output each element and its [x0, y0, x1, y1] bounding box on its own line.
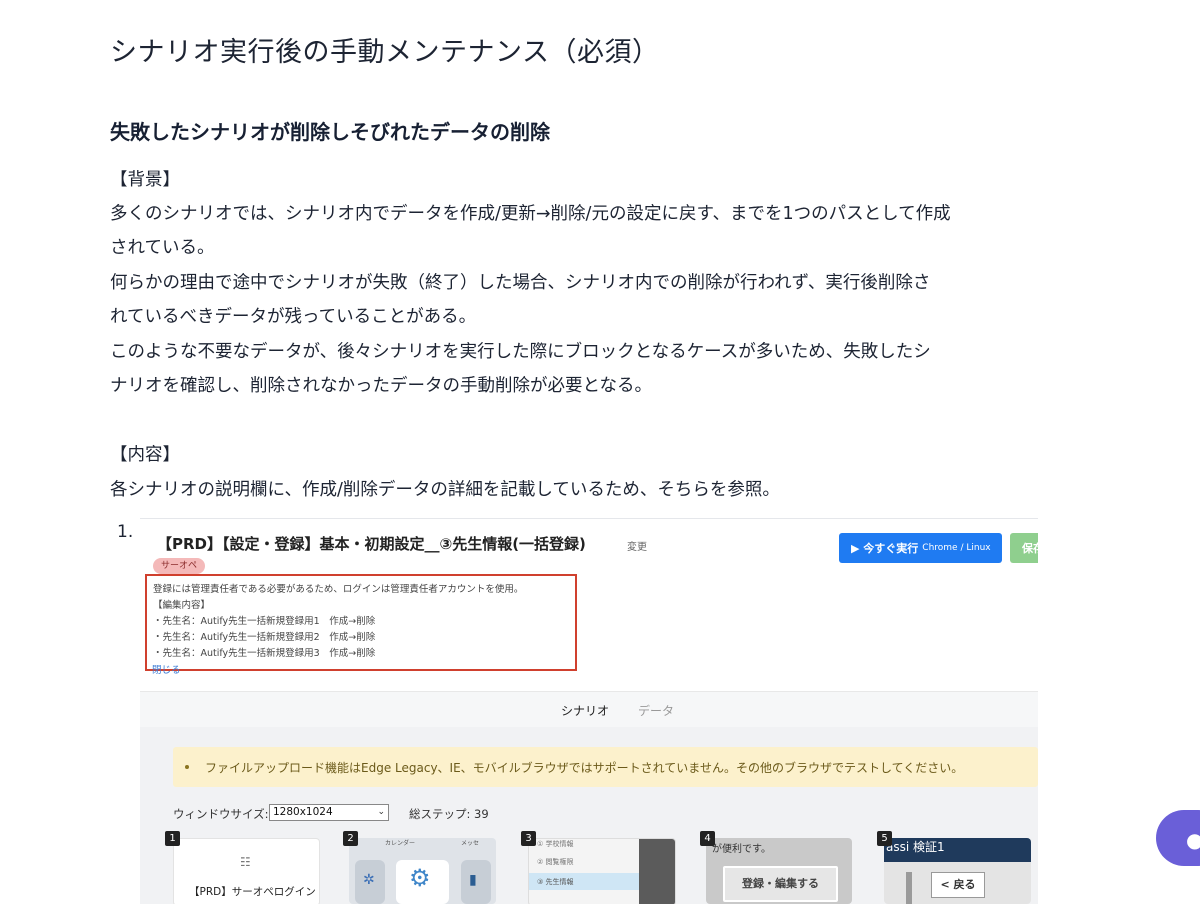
section-title: 失敗したシナリオが削除しそびれたデータの削除 — [110, 120, 550, 144]
step-card-3[interactable]: ① 学校情報 ② 閲覧権限 ③ 先生情報 — [528, 838, 676, 904]
description-line: ・先生名：Autify先生一括新規登録用2 作成→削除 — [153, 632, 376, 643]
description-line: ・先生名：Autify先生一括新規登録用3 作成→削除 — [153, 648, 376, 659]
background-line: ナリオを確認し、削除されなかったデータの手動削除が必要となる。 — [110, 376, 652, 396]
step-card-1[interactable]: ☷ 【PRD】サーオペログイン — [173, 838, 320, 904]
help-chat-button[interactable]: ● — [1156, 810, 1200, 866]
step-number: 1 — [165, 831, 180, 846]
tab-scenario[interactable]: シナリオ — [561, 702, 609, 719]
change-link[interactable]: 変更 — [627, 538, 647, 553]
embedded-screenshot: 【PRD】【設定・登録】基本・初期設定__③先生情報(一括登録) 変更 ▶ 今す… — [140, 518, 1038, 904]
step-card-4[interactable]: が便利です。 登録・編集する — [706, 838, 852, 904]
chevron-down-icon: ⌄ — [377, 807, 385, 817]
background-line: れているべきデータが残っていることがある。 — [110, 307, 477, 327]
browser-support-alert: ファイルアップロード機能はEdge Legacy、IE、モバイルブラウザではサポ… — [173, 747, 1038, 787]
scenario-editor: ファイルアップロード機能はEdge Legacy、IE、モバイルブラウザではサポ… — [140, 727, 1038, 904]
window-size-label: ウィンドウサイズ: — [173, 807, 269, 821]
bullet-icon — [185, 765, 189, 769]
step2-label: カレンダー — [385, 840, 416, 847]
content-line: 各シナリオの説明欄に、作成/削除データの詳細を記載しているため、そちらを参照。 — [110, 480, 780, 500]
list-icon: ☷ — [240, 855, 251, 869]
description-line: ・先生名：Autify先生一括新規登録用1 作成→削除 — [153, 616, 376, 627]
scenario-tag: サーオペ — [153, 558, 206, 574]
step-card-2[interactable]: カレンダー メッセ ✲ ⚙ ▮ — [349, 838, 496, 904]
background-line: 多くのシナリオでは、シナリオ内でデータを作成/更新→削除/元の設定に戻す、までを… — [110, 204, 951, 224]
register-edit-button: 登録・編集する — [723, 866, 838, 902]
content-heading: 【内容】 — [110, 445, 180, 465]
step-card-5[interactable]: assi 検証1 < 戻る — [884, 838, 1031, 904]
step2-label: メッセ — [461, 840, 480, 847]
network-icon: ✲ — [363, 872, 375, 888]
background-line: 何らかの理由で途中でシナリオが失敗（終了）した場合、シナリオ内での削除が行われず… — [110, 273, 931, 293]
description-line: 【編集内容】 — [153, 600, 211, 611]
total-steps: 総ステップ: 39 — [409, 807, 489, 821]
step-number: 2 — [343, 831, 358, 846]
step-number: 5 — [877, 831, 892, 846]
chart-icon: ▮ — [469, 872, 477, 888]
page-title: シナリオ実行後の手動メンテナンス（必須） — [110, 37, 660, 68]
background-heading: 【背景】 — [110, 170, 180, 190]
step-text: が便利です。 — [712, 844, 771, 855]
side-panel — [639, 839, 675, 904]
background-line: されている。 — [110, 238, 215, 258]
step-number: 4 — [700, 831, 715, 846]
scenario-title: 【PRD】【設定・登録】基本・初期設定__③先生情報(一括登録) — [157, 535, 586, 553]
window-size-select[interactable]: 1280x1024 ⌄ — [269, 804, 389, 821]
gear-icon: ⚙ — [409, 864, 431, 892]
back-button: < 戻る — [931, 872, 985, 898]
tab-bar: シナリオ データ — [140, 691, 1038, 728]
tab-data[interactable]: データ — [638, 702, 674, 719]
step3-menu-item: ③ 先生情報 — [537, 878, 574, 886]
step3-menu-item: ② 閲覧権限 — [537, 858, 574, 866]
step-number: 3 — [521, 831, 536, 846]
list-number: 1. — [117, 522, 134, 542]
step3-menu-item: ① 学校情報 — [537, 840, 574, 848]
save-button[interactable]: 保存 — [1010, 533, 1038, 563]
description-line: 登録には管理責任者である必要があるため、ログインは管理責任者アカウントを使用。 — [153, 584, 524, 595]
run-button-env: Chrome / Linux — [922, 543, 991, 553]
step-text: 【PRD】サーオペログイン — [189, 886, 316, 898]
close-link[interactable]: 閉じる — [152, 662, 181, 676]
lightbulb-icon: ● — [1186, 828, 1200, 852]
run-now-button[interactable]: ▶ 今すぐ実行 Chrome / Linux — [839, 533, 1002, 563]
side-strip — [906, 872, 912, 904]
background-line: このような不要なデータが、後々シナリオを実行した際にブロックとなるケースが多いた… — [110, 342, 931, 362]
step-text: assi 検証1 — [886, 840, 945, 854]
alert-text: ファイルアップロード機能はEdge Legacy、IE、モバイルブラウザではサポ… — [205, 760, 964, 775]
window-size-value: 1280x1024 — [273, 806, 333, 818]
run-button-label: ▶ 今すぐ実行 — [851, 542, 919, 555]
